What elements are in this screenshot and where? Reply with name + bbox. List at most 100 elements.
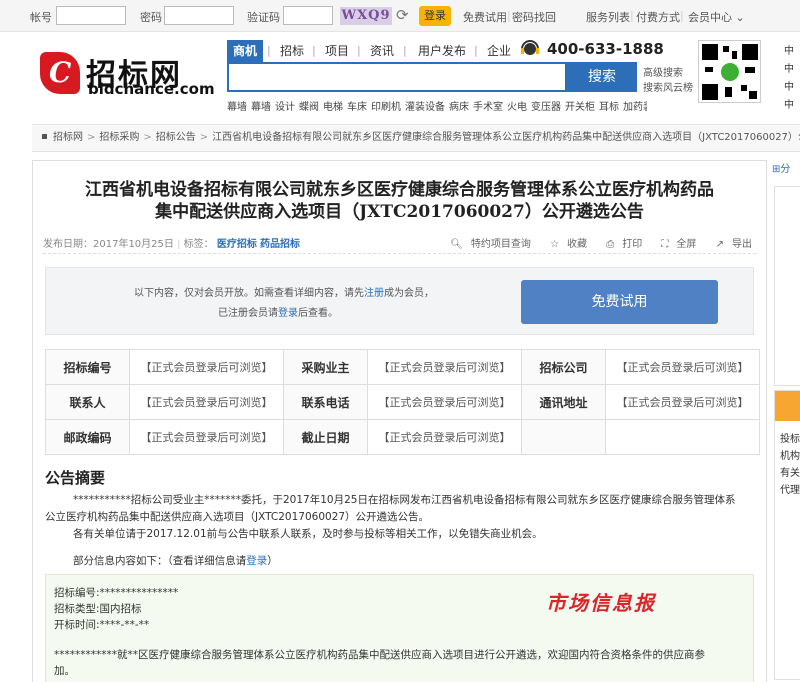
hot-keyword[interactable]: 车床	[347, 102, 367, 113]
register-link[interactable]: 注册	[364, 288, 384, 299]
table-key: 联系电话	[283, 384, 368, 420]
breadcrumb-item[interactable]: 招标公告	[156, 132, 196, 143]
right-link[interactable]: 中	[784, 42, 794, 57]
hot-keyword[interactable]: 印刷机	[371, 102, 401, 113]
hot-keyword[interactable]: 开关柜	[565, 102, 595, 113]
table-row: 招标编号 【正式会员登录后可浏览】 采购业主 【正式会员登录后可浏览】 招标公司…	[45, 349, 760, 385]
advanced-search-link[interactable]: 高级搜索	[643, 64, 683, 79]
account-input[interactable]	[56, 6, 126, 25]
login-link[interactable]: 登录	[278, 308, 298, 319]
breadcrumb-home[interactable]: 招标网	[53, 132, 83, 143]
table-value[interactable]: 【正式会员登录后可浏览】	[367, 349, 522, 385]
table-value[interactable]: 【正式会员登录后可浏览】	[367, 419, 522, 455]
sidebar-text[interactable]: 机构	[780, 447, 800, 462]
right-link[interactable]: 中	[784, 96, 794, 111]
tab-enterprise[interactable]: 企业	[487, 40, 511, 62]
summary-paragraph: ***********招标公司受业主*******委托，于2017年10月25日…	[73, 494, 736, 506]
refresh-icon[interactable]: ⟳	[396, 6, 409, 24]
hot-keyword[interactable]: 火电	[507, 102, 527, 113]
article-panel: 江西省机电设备招标有限公司就东乡区医疗健康综合服务管理体系公立医疗机构药品 集中…	[32, 160, 767, 682]
account-label: 帐号	[30, 11, 52, 24]
search-input[interactable]	[227, 62, 567, 92]
sidebar-text[interactable]: 代理	[780, 481, 800, 496]
table-value[interactable]: 【正式会员登录后可浏览】	[129, 419, 284, 455]
table-key: 联系人	[45, 384, 130, 420]
free-trial-button[interactable]: 免费试用	[521, 280, 718, 324]
search-button[interactable]: 搜索	[567, 62, 637, 92]
tab-project[interactable]: 项目	[325, 40, 349, 62]
logo-mark-icon[interactable]: C	[40, 52, 80, 94]
export-button[interactable]: ↗ 导出	[708, 239, 752, 250]
table-value[interactable]: 【正式会员登录后可浏览】	[605, 384, 760, 420]
login-bar: 帐号 密码 验证码 WXQ9 ⟳ 登录 免费试用 | 密码找回 服务列表 | 付…	[0, 0, 800, 32]
sidebar-panel	[774, 186, 800, 386]
favorite-button[interactable]: ☆ 收藏	[542, 239, 587, 250]
breadcrumb: 招标网 > 招标采购 > 招标公告 > 江西省机电设备招标有限公司就东乡区医疗健康综合服务管…	[32, 124, 800, 152]
separator: |	[312, 44, 316, 57]
print-icon: ⎙	[606, 239, 615, 250]
tag-link[interactable]: 药品招标	[260, 239, 300, 250]
tab-user-publish[interactable]: 用户发布	[418, 40, 466, 62]
summary-paragraph: 公立医疗机构药品集中配送供应商入选项目（JXTC2017060027）公开遴选公…	[45, 511, 430, 523]
hot-keyword[interactable]: 变压器	[531, 102, 561, 113]
right-link[interactable]: 中	[784, 78, 794, 93]
hot-keywords: 幕墙幕墙设计蝶阀电梯车床印刷机灌装设备病床手术室火电变压器开关柜耳标加药装置	[227, 98, 647, 113]
table-value[interactable]: 【正式会员登录后可浏览】	[129, 349, 284, 385]
hot-keyword[interactable]: 电梯	[323, 102, 343, 113]
payment-link[interactable]: 付费方式	[636, 9, 680, 25]
tab-opportunity[interactable]: 商机	[227, 40, 264, 62]
captcha-image[interactable]: WXQ9	[340, 7, 392, 25]
login-link[interactable]: 登录	[246, 555, 267, 567]
member-center-link[interactable]: 会员中心 ⌄	[688, 9, 745, 25]
captcha-input[interactable]	[283, 6, 333, 25]
table-value[interactable]: 【正式会员登录后可浏览】	[367, 384, 522, 420]
table-value[interactable]: 【正式会员登录后可浏览】	[605, 349, 760, 385]
watermark-stamp: 市场信息报	[546, 591, 656, 615]
table-value[interactable]: 【正式会员登录后可浏览】	[129, 384, 284, 420]
hot-keyword[interactable]: 加药装置	[623, 102, 647, 113]
hot-keyword[interactable]: 蝶阀	[299, 102, 319, 113]
right-link[interactable]: 中	[784, 60, 794, 75]
hot-keyword[interactable]: 设计	[275, 102, 295, 113]
separator: |	[474, 44, 478, 57]
detail-open-time: 开标时间:****-**-**	[54, 619, 150, 631]
detail-bid-no: 招标编号:***************	[54, 587, 179, 599]
detail-body: 加。	[54, 665, 75, 677]
hot-keyword[interactable]: 手术室	[473, 102, 503, 113]
password-input[interactable]	[164, 6, 234, 25]
table-key	[521, 419, 606, 455]
tab-news[interactable]: 资讯	[370, 40, 394, 62]
print-button[interactable]: ⎙ 打印	[598, 239, 642, 250]
share-button[interactable]: ⊞分	[772, 160, 790, 175]
logo-domain[interactable]: bidchance.com	[88, 80, 215, 98]
hot-keyword[interactable]: 耳标	[599, 102, 619, 113]
separator: |	[403, 44, 407, 57]
article-actions: 🔍︎ 特约项目查询 ☆ 收藏 ⎙ 打印 ⛶ 全屏 ↗ 导出	[434, 235, 752, 250]
breadcrumb-current: 江西省机电设备招标有限公司就东乡区医疗健康综合服务管理体系公立医疗机构药品集中配…	[212, 132, 800, 143]
divider	[43, 253, 756, 254]
star-icon: ☆	[550, 239, 560, 250]
table-key: 采购业主	[283, 349, 368, 385]
table-key: 招标编号	[45, 349, 130, 385]
fullscreen-icon: ⛶	[661, 239, 669, 250]
free-trial-link[interactable]: 免费试用	[463, 9, 507, 25]
hot-keyword[interactable]: 幕墙	[227, 102, 247, 113]
sidebar-text[interactable]: 有关	[780, 464, 800, 479]
special-query-button[interactable]: 🔍︎ 特约项目查询	[442, 239, 531, 250]
service-list-link[interactable]: 服务列表	[586, 9, 630, 25]
tag-link[interactable]: 医疗招标	[217, 239, 257, 250]
password-recover-link[interactable]: 密码找回	[512, 9, 556, 25]
search-ranking-link[interactable]: 搜索风云榜	[643, 79, 693, 94]
hot-keyword[interactable]: 灌装设备	[405, 102, 445, 113]
customer-service-icon	[521, 40, 539, 55]
sidebar-banner[interactable]	[775, 391, 800, 421]
breadcrumb-item[interactable]: 招标采购	[99, 132, 139, 143]
detail-body: ************就**区医疗健康综合服务管理体系公立医疗机构药品集中配送…	[54, 649, 705, 661]
tab-bid[interactable]: 招标	[280, 40, 304, 62]
fullscreen-button[interactable]: ⛶ 全屏	[653, 239, 696, 250]
separator: |	[680, 9, 684, 22]
sidebar-text[interactable]: 投标	[780, 430, 800, 445]
hot-keyword[interactable]: 幕墙	[251, 102, 271, 113]
hot-keyword[interactable]: 病床	[449, 102, 469, 113]
login-button[interactable]: 登录	[419, 6, 451, 26]
